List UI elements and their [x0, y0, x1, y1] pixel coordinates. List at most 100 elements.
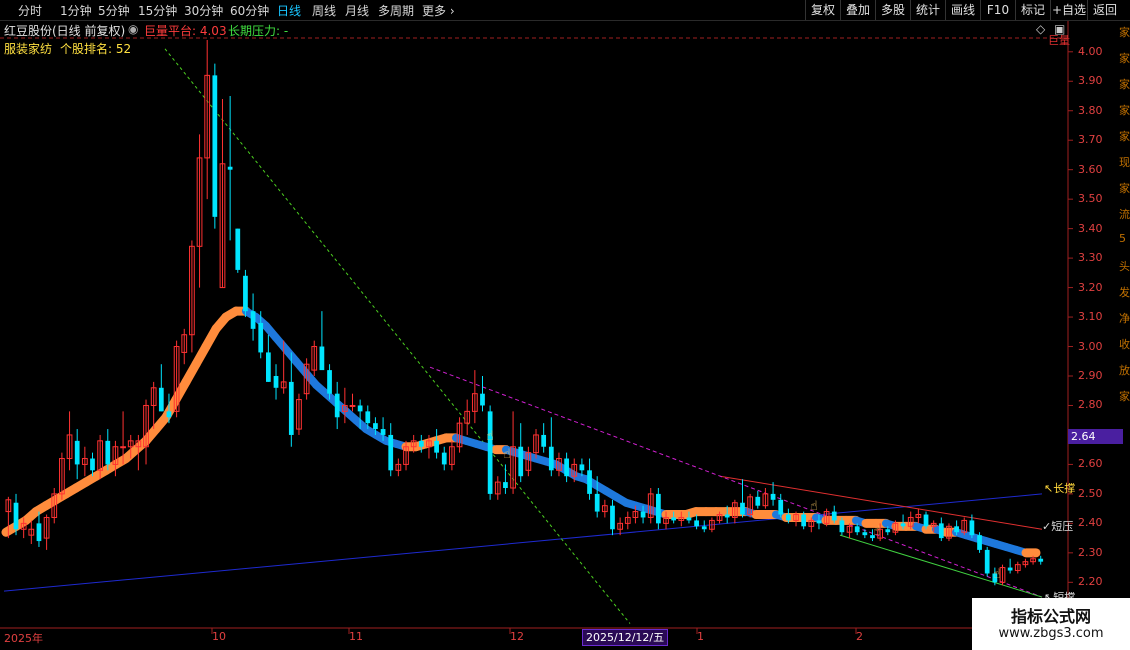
- y-tick-label: 2.80: [1078, 398, 1103, 412]
- label-long-support: ↖长撑: [1044, 482, 1076, 495]
- tab-period-4[interactable]: 15分钟: [138, 2, 177, 19]
- candle-body-down: [105, 440, 111, 465]
- candle-body-down: [640, 511, 646, 518]
- candle-body-down: [235, 228, 241, 270]
- hand-pointer-icon: ☝: [503, 447, 511, 462]
- candle-body-down: [977, 535, 982, 550]
- tab-period-1[interactable]: 分时: [18, 2, 42, 19]
- candle-body-down: [541, 434, 547, 447]
- indicator-pressure-value: 长期压力: -: [228, 24, 289, 38]
- tab-period-9[interactable]: 月线: [345, 2, 369, 19]
- candle-body-down: [671, 517, 677, 521]
- y-tick-label: 3.50: [1078, 192, 1103, 206]
- candle-body-down: [74, 440, 80, 465]
- y-tick-label: 2.30: [1078, 545, 1103, 559]
- y-tick-label: 3.80: [1078, 103, 1103, 117]
- y-tick-label: 2.60: [1078, 457, 1103, 471]
- candle-body-down: [1007, 567, 1013, 571]
- tab-more[interactable]: 更多 ›: [422, 2, 455, 19]
- button-f10[interactable]: F10: [980, 0, 1015, 20]
- x-label-year: 2025年: [4, 632, 43, 645]
- candle-body-down: [418, 440, 424, 447]
- x-label-jan: 1: [697, 630, 704, 643]
- button-diejia[interactable]: 叠加: [840, 0, 875, 20]
- candle-body-up: [349, 404, 356, 407]
- candle-body-down: [656, 493, 661, 524]
- candle-body-down: [594, 493, 600, 512]
- hand-pointer-icon: ☝: [810, 499, 818, 514]
- side-glyph: 家: [1119, 52, 1130, 65]
- button-duogu[interactable]: 多股: [875, 0, 910, 20]
- green-support-line: [839, 534, 1043, 598]
- candle-body-down: [380, 429, 386, 435]
- button-tongji[interactable]: 统计: [910, 0, 945, 20]
- indicator-platform-value: 巨量平台: 4.03: [144, 24, 227, 38]
- candle-body-down: [388, 434, 394, 471]
- stock-title[interactable]: 红豆股份(日线 前复权): [4, 22, 125, 39]
- candle-body-down: [158, 387, 164, 412]
- tab-period-6[interactable]: 60分钟: [230, 2, 269, 19]
- candle-body-down: [770, 493, 776, 500]
- candle-body-down: [1038, 558, 1044, 562]
- side-glyph: 家: [1119, 182, 1130, 195]
- candle-body-down: [548, 446, 554, 471]
- candle-body-down: [862, 532, 868, 536]
- watermark-logo: 指标公式网 www.zbgs3.com: [972, 598, 1130, 650]
- x-label-oct: 10: [212, 630, 226, 643]
- candle-body-down: [831, 511, 837, 521]
- candle-body-down: [686, 517, 692, 521]
- button-biaoji[interactable]: 标记: [1015, 0, 1050, 20]
- candle-body-down: [266, 352, 271, 382]
- candle-body-down: [36, 523, 42, 542]
- candlestick-chart[interactable]: ☝ ☝ ☝ ☝ ☝: [0, 0, 1130, 650]
- side-glyph: 发: [1119, 286, 1130, 299]
- button-add-favorite[interactable]: +自选: [1050, 0, 1087, 20]
- settings-circle-icon[interactable]: ◉: [128, 22, 138, 36]
- side-glyph: 家: [1119, 130, 1130, 143]
- diamond-icon[interactable]: ◇: [1036, 22, 1045, 36]
- hand-pointer-icon: ☝: [993, 567, 1001, 582]
- tab-period-8[interactable]: 周线: [312, 2, 336, 19]
- tab-period-2[interactable]: 1分钟: [60, 2, 92, 19]
- button-fuquan[interactable]: 复权: [805, 0, 840, 20]
- candle-body-down: [900, 523, 906, 527]
- candle-body-down: [854, 526, 860, 533]
- candle-body-down: [212, 75, 218, 217]
- candle-body-down: [954, 526, 959, 533]
- candle-body-down: [801, 514, 807, 527]
- candle-body-down: [90, 458, 95, 471]
- hand-pointer-icon: ☝: [873, 524, 881, 539]
- candle-body-down: [694, 520, 699, 527]
- candle-body-down: [938, 523, 944, 539]
- button-back[interactable]: 返回: [1087, 0, 1122, 20]
- cursor-date-label: 2025/12/12/五: [582, 629, 669, 646]
- candle-body-down: [579, 464, 585, 471]
- y-tick-label: 2.20: [1078, 575, 1103, 589]
- candle-body-down: [243, 275, 248, 312]
- y-tick-label: 3.70: [1078, 133, 1103, 147]
- candle-body-down: [503, 482, 508, 488]
- chevron-right-icon: ›: [449, 4, 455, 18]
- candle-body-down: [755, 496, 761, 506]
- hand-pointer-icon: ☝: [486, 429, 494, 444]
- tab-period-7[interactable]: 日线: [277, 2, 301, 19]
- x-label-feb: 2: [856, 630, 863, 643]
- y-tick-label: 4.00: [1078, 44, 1103, 58]
- candle-body-down: [984, 549, 990, 574]
- tab-period-5[interactable]: 30分钟: [184, 2, 223, 19]
- watermark-url: www.zbgs3.com: [998, 626, 1104, 641]
- candle-body-down: [587, 470, 592, 494]
- tab-period-10[interactable]: 多周期: [378, 2, 414, 19]
- y-tick-label: 2.90: [1078, 369, 1103, 382]
- candle-body-down: [564, 458, 569, 477]
- side-glyph: 现: [1119, 156, 1130, 169]
- current-price-tag: 2.64: [1068, 429, 1123, 444]
- candle-body-down: [786, 514, 791, 521]
- side-glyph: 收: [1119, 338, 1130, 351]
- candle-body-down: [327, 370, 332, 394]
- x-label-dec: 12: [510, 630, 524, 643]
- tab-period-3[interactable]: 5分钟: [98, 2, 130, 19]
- button-huaxian[interactable]: 画线: [945, 0, 980, 20]
- candle-body-down: [610, 505, 615, 530]
- chart-grid: [0, 20, 1073, 634]
